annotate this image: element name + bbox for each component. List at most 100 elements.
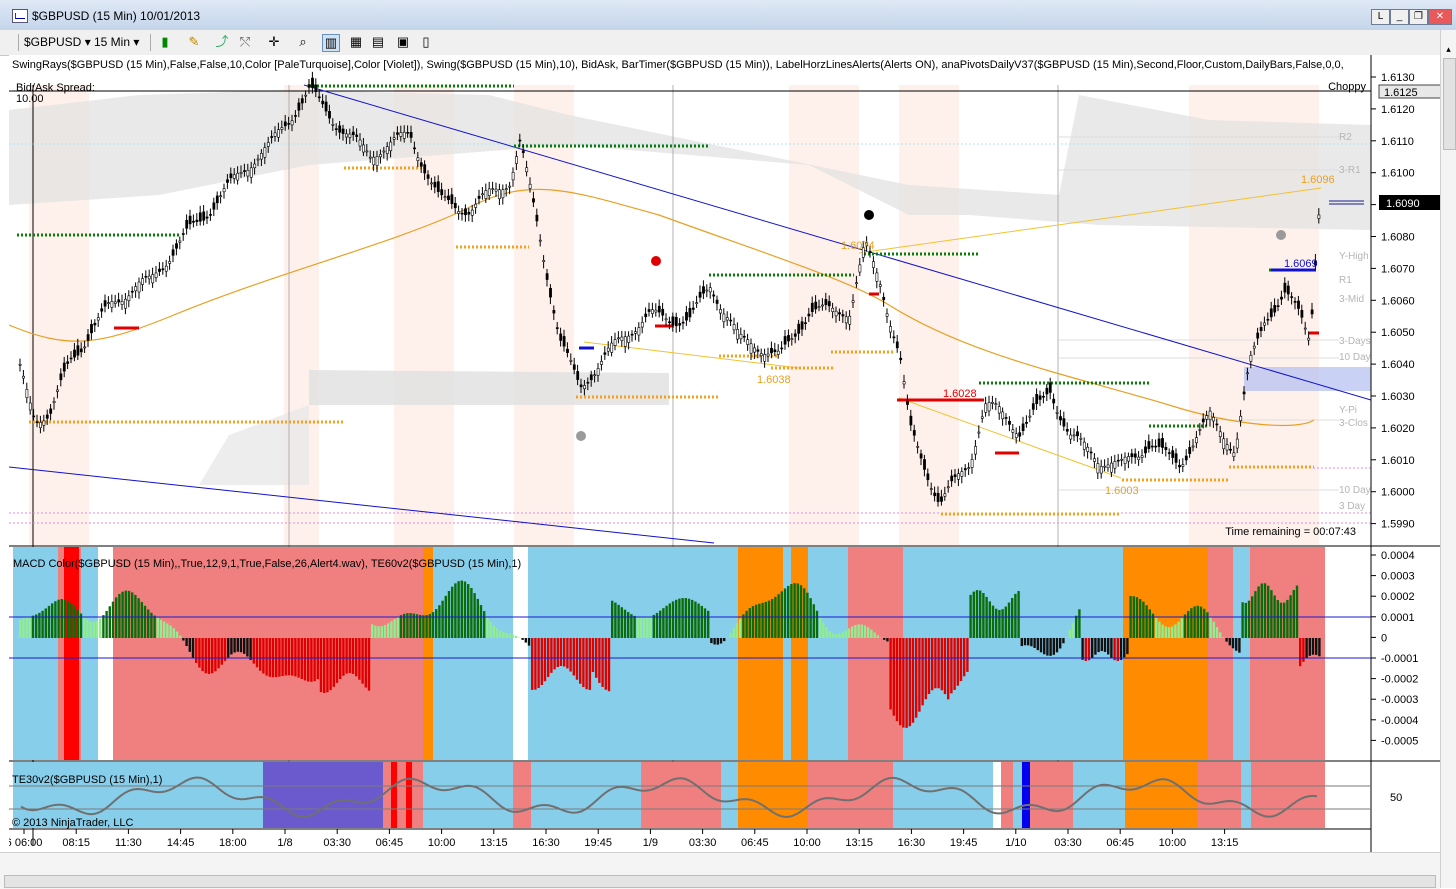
macd-bar	[246, 638, 248, 657]
scroll-thumb[interactable]	[1443, 58, 1456, 150]
candle-body	[376, 156, 378, 165]
candle-body	[209, 214, 211, 215]
macd-region	[423, 547, 433, 760]
candle-body	[1100, 466, 1102, 473]
candle-body	[254, 164, 256, 168]
data-box-icon[interactable]: ▦	[348, 34, 364, 50]
minimize-button[interactable]: _	[1390, 9, 1409, 25]
candle-body	[84, 347, 86, 348]
interval-selector[interactable]: 15 Min ▾	[94, 34, 139, 50]
macd-bar	[633, 616, 635, 638]
pencil-icon[interactable]: ✎	[186, 34, 202, 50]
candle-body	[529, 184, 531, 188]
candle-body	[420, 163, 422, 167]
candle-body	[33, 416, 35, 417]
macd-bar	[1014, 594, 1016, 638]
macd-region	[1123, 547, 1208, 760]
macd-bar	[1181, 618, 1183, 638]
candle-body	[991, 402, 993, 403]
candle-body	[1263, 323, 1265, 325]
candle-body	[753, 348, 755, 352]
scroll-thumb[interactable]	[4, 875, 1436, 888]
candle-body	[821, 305, 823, 306]
macd-bar	[1286, 600, 1288, 638]
macd-bar	[278, 638, 280, 677]
te-region	[808, 762, 893, 828]
time-tick-label: 1/9	[643, 837, 658, 849]
macd-bar	[969, 595, 971, 638]
candle-body	[1301, 310, 1303, 317]
strategy-icon[interactable]: ⤲	[237, 34, 253, 50]
zoom-icon[interactable]: ⌕	[295, 34, 311, 50]
candle-body	[339, 126, 341, 133]
candle-body	[798, 324, 800, 333]
maximize-button[interactable]: ❐	[1409, 9, 1428, 25]
candle-body	[947, 487, 949, 488]
crosshair-icon[interactable]: ✛	[266, 34, 282, 50]
macd-bar	[1235, 638, 1237, 651]
macd-bar	[1299, 638, 1301, 666]
te-region	[423, 762, 513, 828]
candle-body	[67, 362, 69, 364]
macd-tick-label: 0.0001	[1381, 612, 1415, 624]
bar-type-icon[interactable]: ▮	[157, 34, 173, 50]
macd-bar	[339, 638, 341, 679]
candle-body	[835, 311, 837, 316]
candle-body	[549, 288, 551, 297]
candle-body	[934, 493, 936, 496]
macd-bar	[61, 599, 63, 638]
candle-body	[1046, 388, 1048, 394]
macd-bar	[873, 632, 875, 638]
macd-bar	[1123, 638, 1125, 657]
macd-bar	[697, 604, 699, 638]
macd-bar	[1177, 622, 1179, 638]
te-region	[1241, 762, 1251, 828]
macd-bar	[720, 638, 722, 644]
macd-bar	[185, 638, 187, 646]
scroll-up-icon[interactable]: ▴	[1443, 44, 1454, 55]
price-chart[interactable]: Bid/Ask Spread: 10.00 Choppy Time remain…	[9, 55, 1447, 888]
candle-body	[1178, 465, 1180, 467]
candle-body	[556, 328, 558, 329]
candle-body	[342, 129, 344, 134]
macd-bar	[243, 638, 245, 654]
instrument-selector[interactable]: $GBPUSD ▾	[24, 34, 91, 50]
macd-bar	[624, 610, 626, 638]
candle-body	[546, 274, 548, 280]
macd-bar	[1033, 638, 1035, 648]
interval-label: 15 Min	[94, 35, 130, 49]
candle-body	[1002, 412, 1004, 419]
lock-icon[interactable]: ▯	[418, 34, 434, 50]
candle-body	[379, 154, 381, 156]
macd-bar	[857, 624, 859, 638]
bar-timer: Time remaining = 00:07:43	[1225, 526, 1356, 538]
time-tick-label: 13:15	[845, 837, 873, 849]
macd-bar	[1309, 638, 1311, 656]
macd-region	[433, 547, 513, 760]
candle-body	[872, 262, 874, 268]
price-tick-label: 1.6060	[1381, 295, 1415, 307]
toolbar-separator	[150, 34, 151, 51]
chart-trader-icon[interactable]: ▥	[322, 34, 340, 52]
candle-body	[1308, 338, 1310, 340]
candle-body	[1172, 451, 1174, 458]
candle-body	[1158, 439, 1160, 447]
macd-bar	[211, 638, 213, 673]
chart-properties-icon[interactable]: ▤	[370, 34, 386, 50]
horizontal-scrollbar[interactable]	[0, 852, 1440, 889]
close-button[interactable]: ✕	[1428, 9, 1452, 25]
candle-body	[1280, 297, 1282, 299]
candle-body	[1192, 446, 1194, 447]
snapshot-icon[interactable]: ▣	[395, 34, 411, 50]
macd-bar	[678, 599, 680, 638]
te-panel-label: TE30v2($GBPUSD (15 Min),1)	[12, 774, 162, 786]
macd-bar	[768, 601, 770, 638]
add-indicator-icon[interactable]: ⤴	[214, 34, 230, 50]
candle-body	[407, 132, 409, 133]
swing-label: 1.6069	[1284, 258, 1318, 270]
macd-bar	[1238, 638, 1240, 653]
vertical-scrollbar[interactable]: ▴	[1440, 30, 1456, 888]
link-button[interactable]: L	[1371, 9, 1390, 25]
bidask-spread-value: 10.00	[16, 93, 44, 105]
candle-body	[519, 140, 521, 141]
